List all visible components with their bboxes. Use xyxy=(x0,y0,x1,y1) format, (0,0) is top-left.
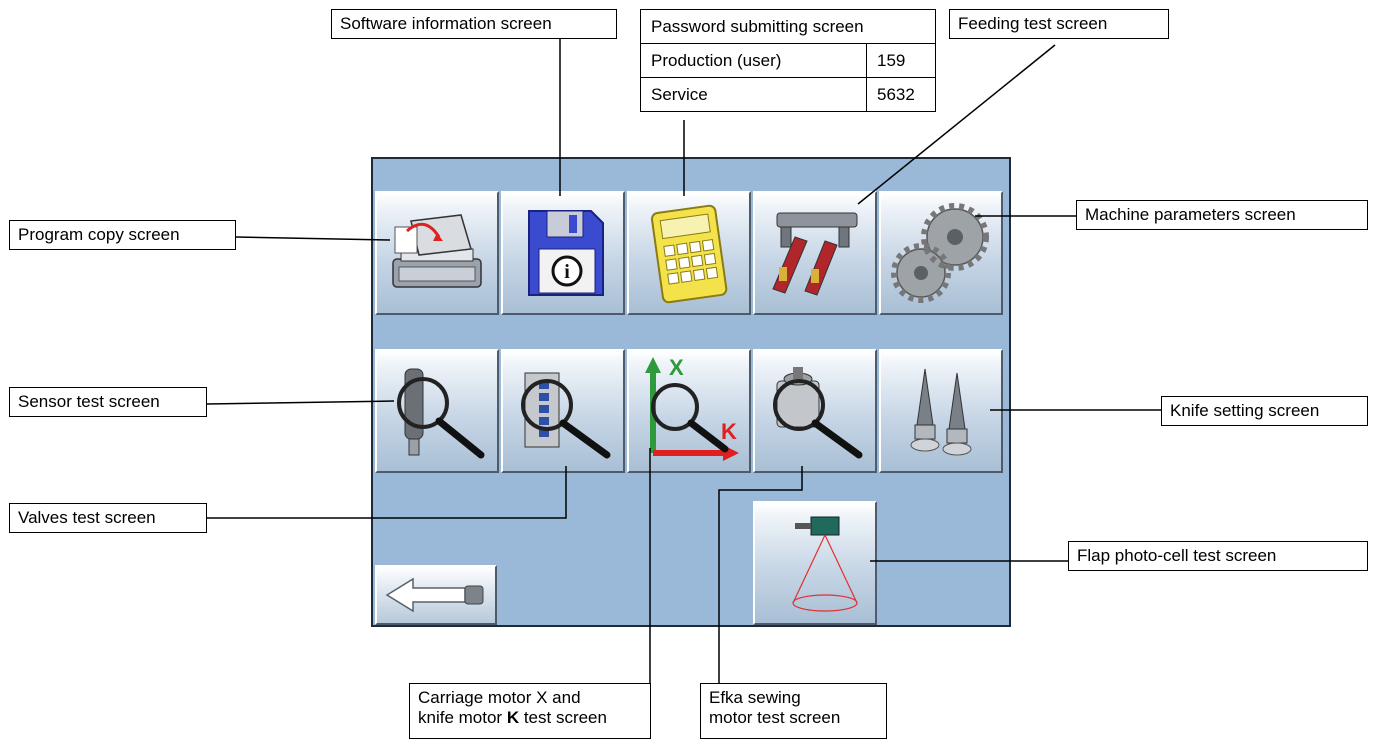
callout-knife-setting: Knife setting screen xyxy=(1161,396,1368,426)
callout-carriage-knife-motor: Carriage motor X and knife motor K test … xyxy=(409,683,651,739)
callout-bold-letter: K xyxy=(506,708,520,727)
axis-magnifier-icon: X K xyxy=(645,355,739,461)
callout-line: Carriage motor X and xyxy=(418,688,581,707)
callout-feeding-test: Feeding test screen xyxy=(949,9,1169,39)
callout-machine-parameters: Machine parameters screen xyxy=(1076,200,1368,230)
photocell-icon xyxy=(792,516,858,612)
password-button[interactable] xyxy=(627,191,751,315)
callout-text: test screen xyxy=(519,708,607,727)
floppy-info-icon: i xyxy=(528,210,604,296)
back-arrow-icon xyxy=(385,577,484,613)
back-button[interactable] xyxy=(375,565,497,625)
callout-line: Efka sewing xyxy=(709,688,801,707)
flap-photocell-test-button[interactable] xyxy=(753,501,877,625)
password-code: 5632 xyxy=(866,77,936,112)
software-information-button[interactable]: i xyxy=(501,191,625,315)
password-code: 159 xyxy=(866,43,936,78)
valves-magnifier-icon xyxy=(521,372,611,459)
gears-icon xyxy=(891,203,989,303)
callout-valves-test: Valves test screen xyxy=(9,503,207,533)
password-row-service: Service 5632 xyxy=(640,77,936,112)
sensor-test-button[interactable] xyxy=(375,349,499,473)
password-table-title: Password submitting screen xyxy=(640,9,936,44)
callout-program-copy: Program copy screen xyxy=(9,220,236,250)
callout-sensor-test: Sensor test screen xyxy=(9,387,207,417)
machine-parameters-button[interactable] xyxy=(879,191,1003,315)
password-role: Production (user) xyxy=(640,43,867,78)
sensor-magnifier-icon xyxy=(397,368,485,459)
callout-software-information: Software information screen xyxy=(331,9,617,39)
motor-magnifier-icon xyxy=(773,367,863,459)
knife-setting-button[interactable] xyxy=(879,349,1003,473)
callout-flap-photocell: Flap photo-cell test screen xyxy=(1068,541,1368,571)
svg-text:i: i xyxy=(564,261,570,283)
axis-x-label: X xyxy=(669,355,684,380)
device-screen: i X K xyxy=(371,157,1011,627)
carriage-knife-motor-test-button[interactable]: X K xyxy=(627,349,751,473)
password-row-production: Production (user) 159 xyxy=(640,43,936,78)
efka-motor-test-button[interactable] xyxy=(753,349,877,473)
callout-text: knife motor xyxy=(418,708,507,727)
password-table: Password submitting screen Production (u… xyxy=(640,9,936,112)
axis-k-label: K xyxy=(721,419,737,444)
program-copy-icon xyxy=(392,214,482,288)
valves-test-button[interactable] xyxy=(501,349,625,473)
feeding-test-button[interactable] xyxy=(753,191,877,315)
leader-program-copy xyxy=(235,236,391,241)
feeder-icon xyxy=(772,212,858,296)
callout-efka-motor: Efka sewing motor test screen xyxy=(700,683,887,739)
callout-line: motor test screen xyxy=(709,708,841,727)
leader-sensor-test xyxy=(206,400,395,405)
callout-line: knife motor K test screen xyxy=(418,708,642,728)
program-copy-button[interactable] xyxy=(375,191,499,315)
password-role: Service xyxy=(640,77,867,112)
knives-icon xyxy=(910,368,972,456)
calculator-icon xyxy=(650,204,728,304)
